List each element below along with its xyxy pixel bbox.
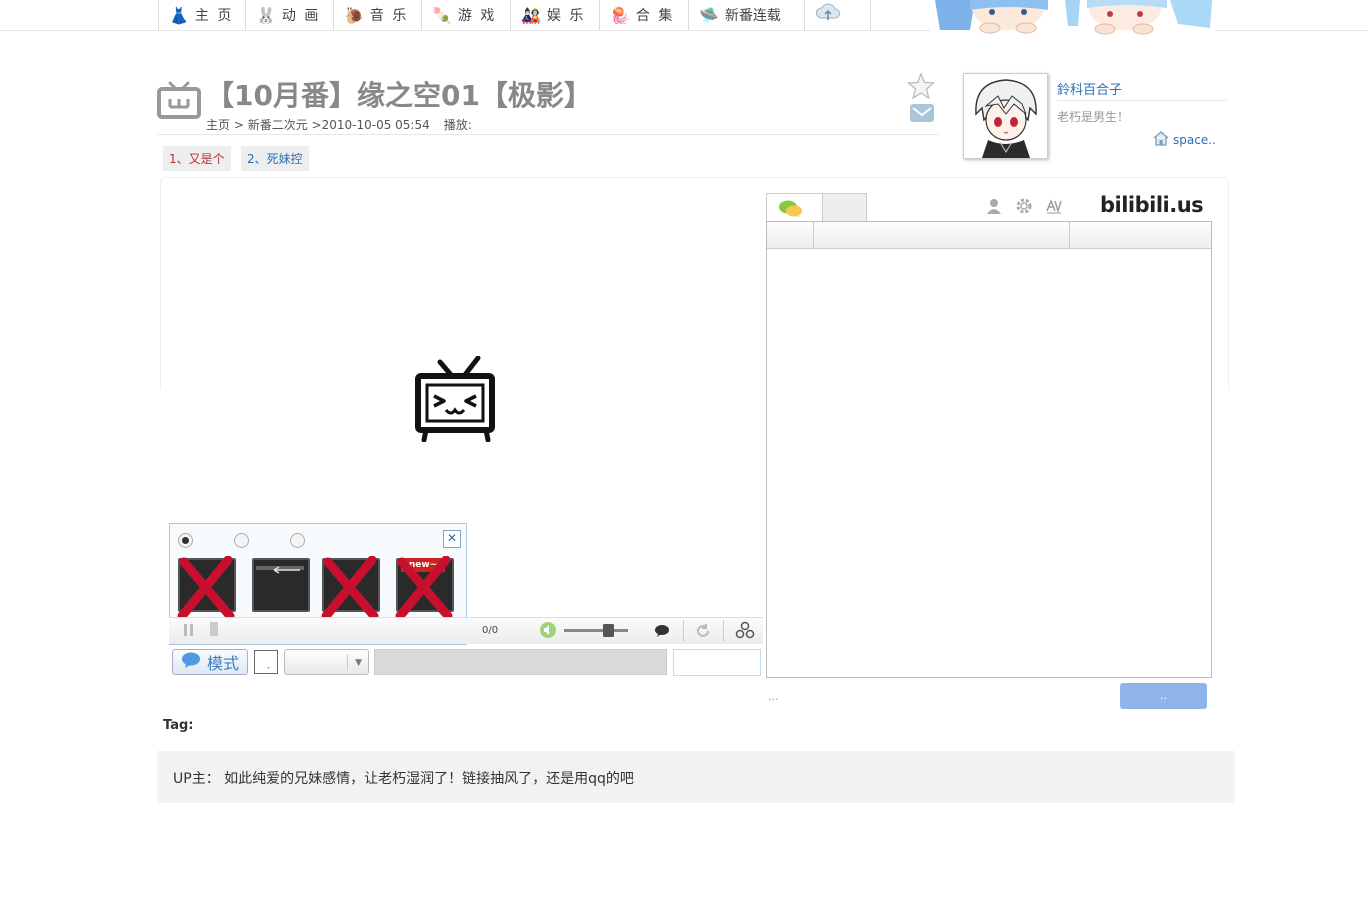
list-action-button[interactable]: ..	[1120, 683, 1207, 709]
user-icon[interactable]	[985, 197, 1003, 219]
dress-icon: 👗	[169, 5, 189, 25]
tab-comments[interactable]	[766, 193, 823, 222]
avatar[interactable]	[963, 73, 1048, 159]
nav-item-label: 游 戏	[457, 8, 497, 24]
time-display: 0/0	[482, 625, 499, 636]
divider	[683, 620, 684, 642]
plays-label: 播放:	[443, 118, 472, 132]
volume-slider[interactable]	[564, 629, 628, 632]
nav-item-new-series[interactable]: 🛸 新番连载	[688, 0, 804, 30]
bilibili-logo: bilibili.us	[1100, 193, 1204, 217]
uploader-space-link[interactable]: space..	[1152, 130, 1216, 149]
nav-item-game[interactable]: 🍡 游 戏	[421, 0, 510, 30]
widescreen-toggle-icon[interactable]	[735, 621, 755, 643]
list-toolbar	[985, 197, 1063, 219]
gear-icon[interactable]	[1015, 197, 1033, 219]
uploader-signature: 老朽是男生！	[1057, 110, 1130, 124]
loop-icon[interactable]	[695, 623, 711, 643]
breadcrumb-separator: >	[307, 118, 322, 132]
mode-radio-2[interactable]	[234, 533, 249, 548]
part-tab-1[interactable]: 1、又是个	[163, 146, 231, 171]
tag-label: Tag:	[163, 718, 194, 733]
volume-slider-knob[interactable]	[603, 624, 614, 637]
tab-secondary[interactable]	[822, 193, 867, 222]
page-title: 【10月番】缘之空01【极影】	[206, 79, 592, 112]
mail-icon[interactable]	[909, 102, 935, 124]
danmaku-input[interactable]	[374, 649, 667, 675]
danmaku-mode-button[interactable]: 模式	[172, 649, 248, 675]
nav-item-label: 娱 乐	[546, 8, 586, 24]
divider	[723, 620, 724, 642]
column-header-time[interactable]	[813, 222, 814, 248]
status-text: ...	[768, 690, 779, 703]
part-tab-2[interactable]: 2、死妹控	[241, 146, 309, 171]
nav-item-label: 主 页	[194, 8, 234, 24]
ufo-icon: 🛸	[699, 5, 719, 25]
nav-item-music[interactable]: 🐌 音 乐	[333, 0, 421, 30]
divider	[158, 134, 938, 135]
danmaku-size-select[interactable]: ▼	[284, 649, 369, 675]
danmaku-send-button[interactable]	[673, 649, 761, 676]
mode-radio-1[interactable]	[178, 533, 193, 548]
tv-icon	[156, 75, 202, 121]
breadcrumb-home[interactable]: 主页	[206, 118, 230, 132]
nav-item-home[interactable]: 👗 主 页	[158, 0, 245, 30]
nav-item-collection[interactable]: 🪼 合 集	[599, 0, 688, 30]
nav-item-label: 音 乐	[369, 8, 409, 24]
mode-option-widescreen[interactable]	[252, 558, 310, 612]
nav-item-label: 新番连载	[724, 8, 781, 24]
header-banner-illustration	[930, 0, 1215, 36]
favorite-star-icon[interactable]	[906, 72, 936, 100]
divider	[1057, 100, 1227, 101]
nav-item-entertainment[interactable]: 🎎 娱 乐	[510, 0, 599, 30]
disabled-x-icon	[394, 555, 454, 621]
nav-item-label: 动 画	[281, 8, 321, 24]
bilibili-tv-logo-icon	[412, 355, 500, 443]
divider	[347, 654, 348, 670]
text-spacing-icon[interactable]	[1045, 197, 1063, 219]
chat-bubbles-icon	[777, 199, 805, 223]
snail-icon: 🐌	[344, 5, 364, 25]
mode-radio-3[interactable]	[290, 533, 305, 548]
uploader-name[interactable]: 鈴科百合子	[1057, 79, 1122, 98]
breadcrumb: 主页 > 新番二次元 >2010-10-05 05:54 播放:	[206, 116, 472, 133]
mode-button-label: 模式	[206, 654, 239, 673]
comment-list[interactable]	[766, 221, 1212, 678]
column-header-content[interactable]	[1069, 222, 1070, 248]
house-icon	[1152, 130, 1170, 149]
chevron-down-icon: ▼	[355, 658, 362, 668]
pikachu-icon: 🐰	[256, 5, 276, 25]
nav-item-upload[interactable]	[804, 0, 871, 30]
popsicle-icon: 🍡	[432, 5, 452, 25]
player-control-bar	[169, 617, 763, 644]
comment-bubble-icon[interactable]	[654, 623, 670, 642]
cloud-upload-icon	[815, 2, 841, 28]
close-icon[interactable]: ✕	[443, 530, 461, 548]
danmaku-color-button[interactable]	[254, 650, 278, 674]
disabled-x-icon	[320, 555, 380, 621]
comment-list-header	[767, 222, 1211, 249]
jellyfish-icon: 🪼	[610, 5, 630, 25]
figure-icon: 🎎	[521, 5, 541, 25]
video-description: UP主： 如此纯爱的兄妹感情，让老朽湿润了！链接抽风了，还是用qq的吧	[173, 771, 634, 787]
breadcrumb-separator: >	[230, 118, 248, 132]
volume-icon[interactable]	[539, 621, 557, 643]
upload-date: 2010-10-05 05:54	[321, 118, 430, 132]
nav-item-label: 合 集	[635, 8, 675, 24]
breadcrumb-category[interactable]: 新番二次元	[248, 118, 308, 132]
nav-item-anime[interactable]: 🐰 动 画	[245, 0, 333, 30]
speech-bubble-icon	[181, 651, 201, 673]
progress-knob[interactable]	[210, 622, 218, 636]
space-link-label: space..	[1173, 132, 1216, 147]
pause-icon[interactable]	[182, 622, 196, 642]
disabled-x-icon	[176, 555, 236, 621]
